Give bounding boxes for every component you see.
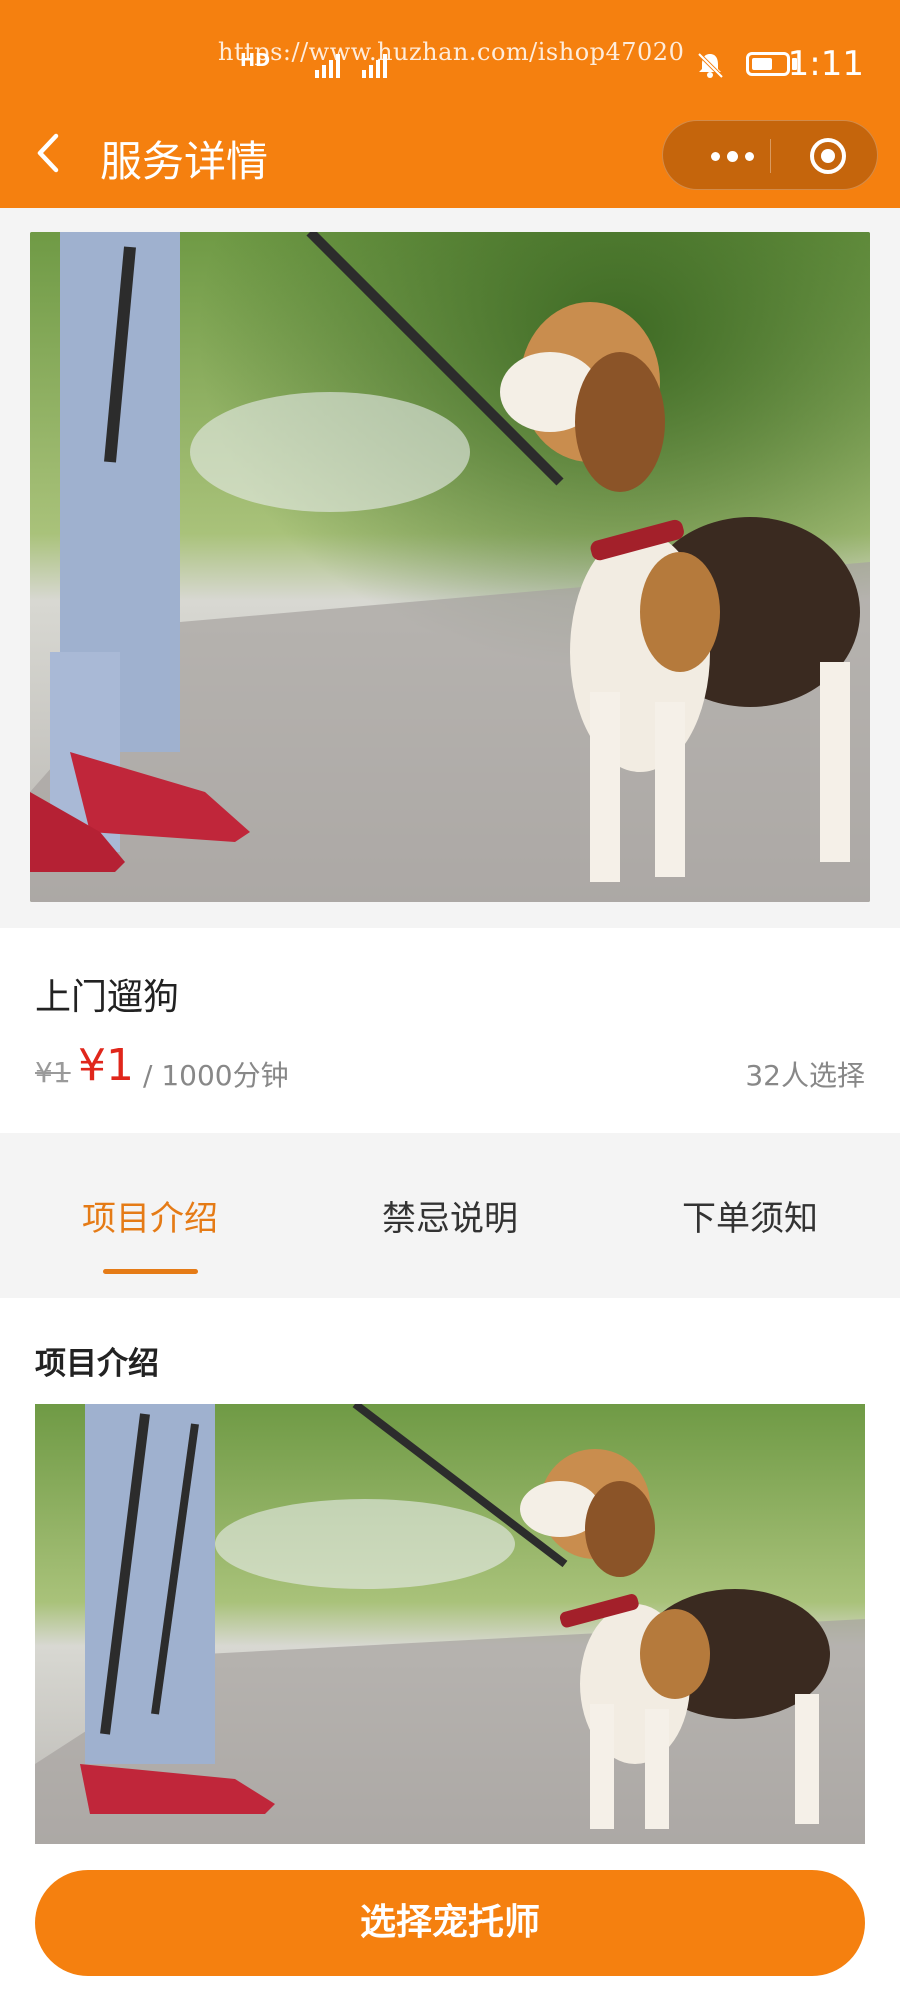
original-price: ¥1: [35, 1056, 71, 1089]
clock: 1:11: [787, 44, 864, 84]
choose-sitter-button[interactable]: 选择宠托师: [35, 1870, 865, 1976]
intro-image: [35, 1404, 865, 1844]
watermark: https://www.huzhan.com/ishop47020: [218, 38, 685, 66]
target-circle-icon[interactable]: [808, 136, 848, 176]
section-title: 项目介绍: [35, 1346, 159, 1382]
tab-order-notes[interactable]: 下单须知: [620, 1191, 880, 1240]
signal-icon: [315, 52, 340, 78]
signal-icon: [362, 52, 387, 78]
tab-intro[interactable]: 项目介绍: [20, 1191, 280, 1240]
nav-bar: 服务详情: [0, 100, 900, 208]
more-dots-icon[interactable]: [693, 121, 769, 191]
dog-walking-photo: [30, 232, 870, 902]
dog-walking-photo: [35, 1404, 865, 1844]
selected-count: 32人选择: [745, 1059, 865, 1092]
active-tab-indicator: [103, 1269, 198, 1274]
service-info-card: 上门遛狗 ¥1 ¥1 / 1000分钟 32人选择: [0, 928, 900, 1133]
chevron-left-icon[interactable]: [30, 128, 70, 178]
network-label: HD: [240, 50, 271, 71]
mini-program-capsule: [662, 120, 878, 190]
service-name: 上门遛狗: [35, 977, 180, 1018]
detail-tabs: 项目介绍 禁忌说明 下单须知: [0, 1133, 900, 1298]
page-title: 服务详情: [100, 137, 269, 186]
banner-image: [30, 232, 870, 902]
mute-bell-icon: [697, 52, 724, 79]
price-unit: / 1000分钟: [143, 1059, 289, 1092]
status-bar: https://www.huzhan.com/ishop47020 HD 1:1…: [0, 0, 900, 100]
capsule-divider: [770, 139, 771, 173]
tab-taboo[interactable]: 禁忌说明: [320, 1191, 580, 1240]
current-price: ¥1: [78, 1040, 134, 1091]
battery-icon: [746, 52, 790, 76]
